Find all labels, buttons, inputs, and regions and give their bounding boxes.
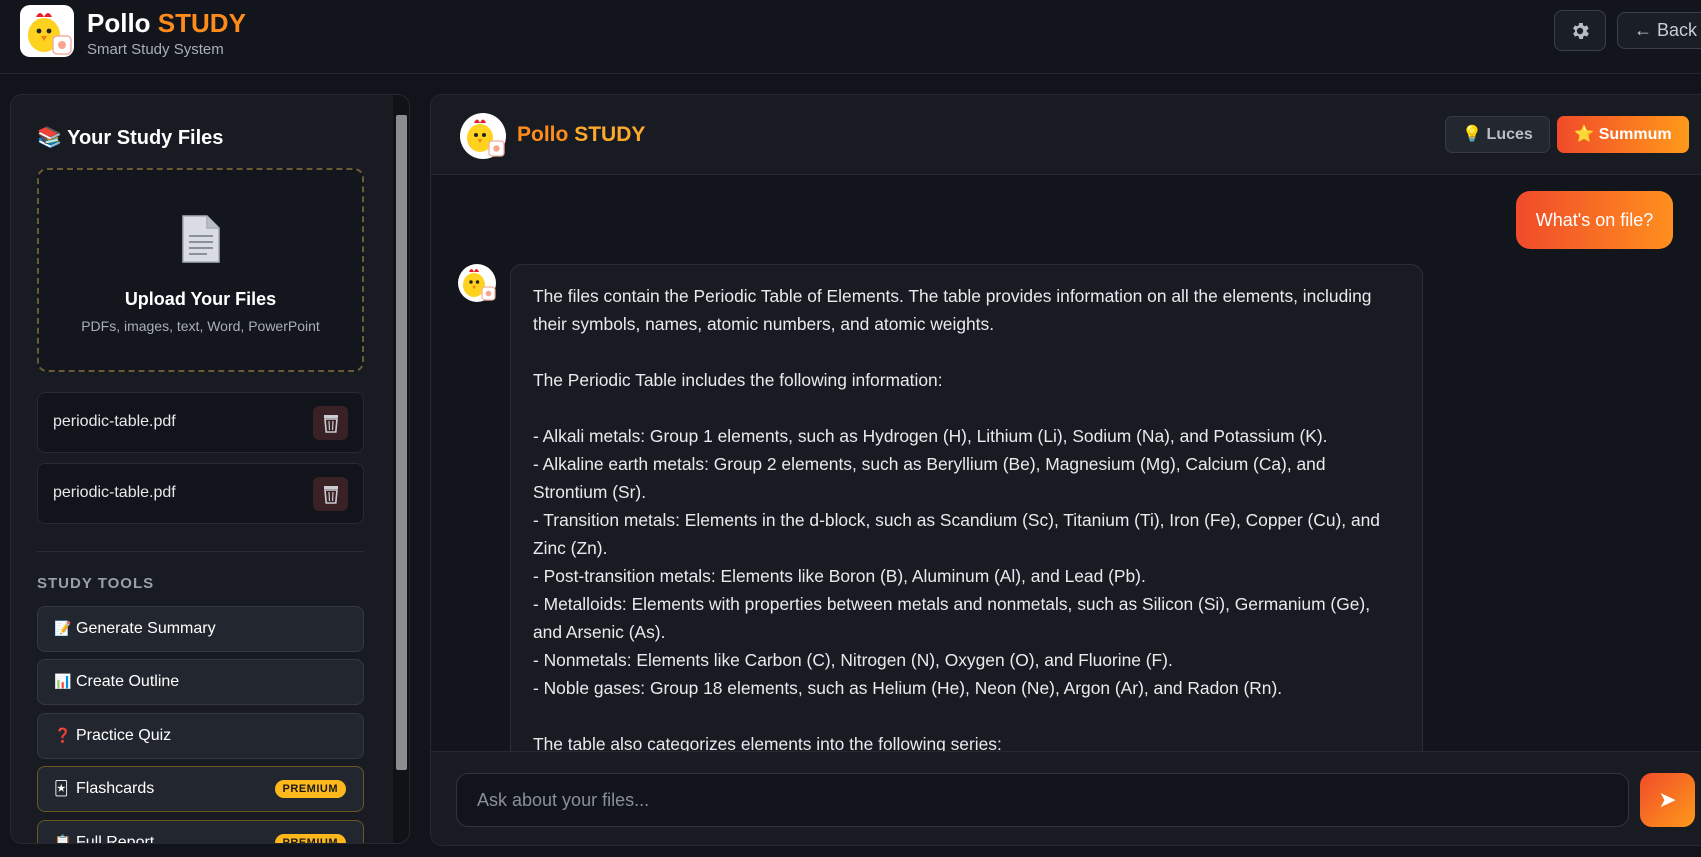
files-sidebar: 📚 Your Study Files Upload Your Files PDF… [10,94,410,844]
settings-button[interactable] [1554,10,1606,51]
chat-title: Pollo STUDY [517,123,646,146]
app-subtitle: Smart Study System [87,41,224,58]
message-paragraph: - Alkaline earth metals: Group 2 element… [533,454,1326,502]
message-paragraph: The table also categorizes elements into… [533,734,1002,751]
premium-badge: PREMIUM [274,780,346,798]
file-item[interactable]: periodic-table.pdf [37,463,364,524]
trash-icon [323,415,338,433]
chat-panel: Pollo STUDY 💡 Luces ⭐ Summum What's on f… [430,94,1701,846]
message-paragraph: - Post-transition metals: Elements like … [533,566,1146,586]
gear-icon [1573,22,1589,39]
composer: Ask about your files... ➤ [431,751,1701,845]
trash-icon [323,486,338,504]
file-name: periodic-table.pdf [53,484,176,501]
app-logo [20,5,74,57]
generate-summary-button[interactable]: 📝 Generate Summary [37,606,364,652]
message-paragraph: The files contain the Periodic Table of … [533,286,1372,334]
upload-dropzone[interactable]: Upload Your Files PDFs, images, text, Wo… [37,168,364,372]
create-outline-button[interactable]: 📊 Create Outline [37,659,364,705]
chick-icon [467,119,505,157]
delete-file-button[interactable] [313,477,348,511]
study-tools-heading: STUDY TOOLS [37,575,155,592]
flashcards-button[interactable]: 🃏 Flashcards PREMIUM [37,766,364,812]
chat-input[interactable]: Ask about your files... [456,773,1629,827]
message-paragraph: - Metalloids: Elements with properties b… [533,594,1371,642]
full-report-button[interactable]: 📋 Full Report PREMIUM [37,820,364,844]
sidebar-divider [37,551,364,552]
chick-icon [28,13,72,55]
assistant-avatar [458,264,496,302]
message-paragraph: - Noble gases: Group 18 elements, such a… [533,678,1283,698]
send-button[interactable]: ➤ [1640,773,1695,827]
assistant-message: The files contain the Periodic Table of … [510,264,1423,751]
send-icon: ➤ [1658,787,1677,812]
practice-quiz-button[interactable]: ❓ Practice Quiz [37,713,364,759]
message-paragraph: - Alkali metals: Group 1 elements, such … [533,426,1328,446]
sidebar-title: 📚 Your Study Files [37,127,224,149]
chart-icon: 📊 [54,673,72,689]
tool-label: Practice Quiz [76,727,172,744]
upload-title: Upload Your Files [124,289,277,309]
delete-file-button[interactable] [313,406,348,440]
mode-summum-button[interactable]: ⭐ Summum [1557,116,1689,153]
upload-subtitle: PDFs, images, text, Word, PowerPoint [81,318,320,334]
sidebar-scroll-thumb[interactable] [396,115,407,770]
message-paragraph: - Transition metals: Elements in the d-b… [533,510,1380,558]
message-paragraph: The Periodic Table includes the followin… [533,370,943,390]
mode-luces-button[interactable]: 💡 Luces [1445,116,1550,153]
message-paragraph: - Nonmetals: Elements like Carbon (C), N… [533,650,1173,670]
message-list: What's on file? The files contain the Pe… [431,176,1701,751]
memo-icon: 📝 [54,620,72,636]
tool-label: Generate Summary [76,620,216,637]
tool-label: Create Outline [76,673,180,690]
document-icon [179,214,223,269]
assistant-avatar [460,113,506,159]
back-button[interactable]: ← Back [1617,12,1701,49]
top-bar: Pollo STUDY Smart Study System ← Back [0,0,1701,74]
sidebar-scrollbar[interactable] [393,95,409,843]
premium-badge: PREMIUM [274,834,346,843]
user-message: What's on file? [1516,191,1673,249]
file-item[interactable]: periodic-table.pdf [37,392,364,453]
file-name: periodic-table.pdf [53,413,176,430]
tool-label: Flashcards [76,780,155,797]
chat-header: Pollo STUDY 💡 Luces ⭐ Summum [431,95,1701,175]
question-icon: ❓ [54,727,72,743]
app-title: Pollo STUDY [87,8,246,38]
cards-icon: 🃏 [54,780,69,796]
chick-icon [463,269,496,301]
tool-label: Full Report [76,834,155,844]
clipboard-icon: 📋 [54,834,72,844]
